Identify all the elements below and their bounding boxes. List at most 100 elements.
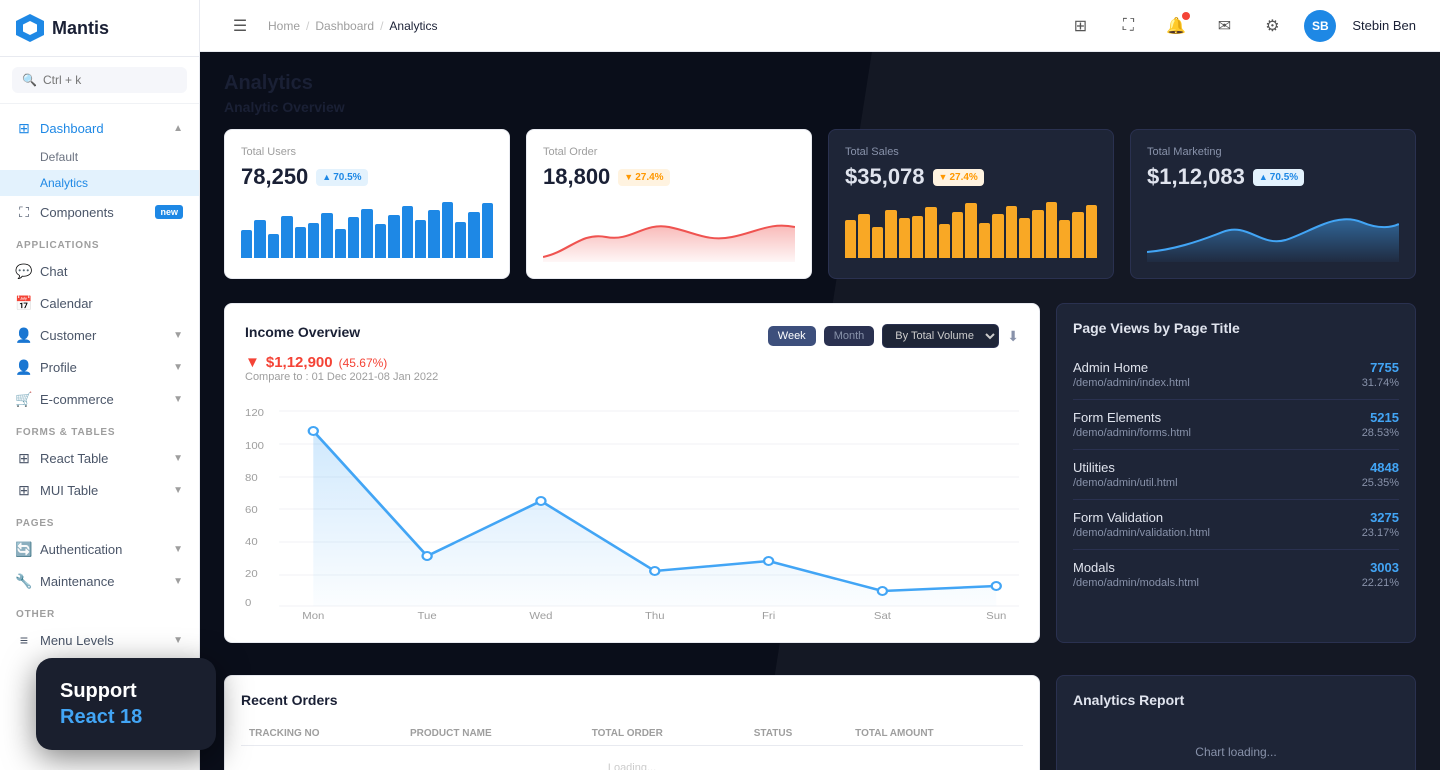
svg-text:Mon: Mon (302, 611, 324, 621)
sidebar-item-components[interactable]: ⛶ Components new (0, 196, 199, 228)
month-button[interactable]: Month (824, 326, 875, 346)
stat-label-marketing: Total Marketing (1147, 146, 1399, 158)
orders-card: Recent Orders Tracking No Product Name T… (224, 675, 1040, 770)
page-pct: 25.35% (1362, 477, 1399, 489)
calendar-icon: 📅 (16, 295, 32, 311)
menu-icon: ≡ (16, 632, 32, 648)
trend-down-icon-2: ▼ (939, 172, 948, 182)
sidebar-item-customer[interactable]: 👤 Customer ▼ (0, 319, 199, 351)
chat-icon: 💬 (16, 263, 32, 279)
sidebar-item-authentication[interactable]: 🔄 Authentication ▼ (0, 533, 199, 565)
page-count: 4848 (1362, 460, 1399, 475)
other-group-label: Other (0, 597, 199, 624)
page-url: /demo/admin/forms.html (1073, 427, 1191, 439)
customer-icon: 👤 (16, 327, 32, 343)
stat-value-marketing: $1,12,083 (1147, 164, 1245, 190)
volume-select[interactable]: By Total Volume (882, 324, 999, 348)
svg-text:Sun: Sun (986, 611, 1006, 621)
sidebar-item-mui-table[interactable]: ⊞ MUI Table ▼ (0, 474, 199, 506)
page-url: /demo/admin/validation.html (1073, 527, 1210, 539)
search-input[interactable] (43, 73, 177, 87)
sidebar-item-maintenance[interactable]: 🔧 Maintenance ▼ (0, 565, 199, 597)
chevron-down-icon-5: ▼ (173, 485, 183, 496)
two-col-layout: Income Overview ▼ $1,12,900 (45.67%) Com… (224, 303, 1416, 643)
settings-button[interactable]: ⚙ (1256, 10, 1288, 42)
orders-table: Tracking No Product Name Total Order Sta… (241, 722, 1023, 770)
stats-row: Total Users 78,250 ▲ 70.5% Total Order 1… (224, 129, 1416, 279)
sidebar-item-profile[interactable]: 👤 Profile ▼ (0, 351, 199, 383)
income-line-chart: 120 100 80 60 40 20 0 (245, 401, 1019, 621)
svg-text:80: 80 (245, 473, 258, 484)
page-pct: 23.17% (1362, 527, 1399, 539)
page-name: Utilities (1073, 460, 1178, 475)
page-name: Form Validation (1073, 510, 1210, 525)
stat-card-orders: Total Order 18,800 ▼ 27.4% (526, 129, 812, 279)
sidebar-item-ecommerce[interactable]: 🛒 E-commerce ▼ (0, 383, 199, 415)
analytics-report-card: Analytics Report Chart loading... (1056, 675, 1416, 770)
notifications-button[interactable]: 🔔 (1160, 10, 1192, 42)
sidebar-item-menu-levels[interactable]: ≡ Menu Levels ▼ (0, 624, 199, 656)
page-url: /demo/admin/index.html (1073, 377, 1190, 389)
stat-badge-users: ▲ 70.5% (316, 169, 367, 186)
page-count: 5215 (1362, 410, 1399, 425)
page-name: Form Elements (1073, 410, 1191, 425)
chevron-down-icon: ▼ (173, 330, 183, 341)
page-title: Analytics (224, 72, 1416, 95)
trend-up-icon: ▲ (322, 172, 331, 182)
mui-table-icon: ⊞ (16, 482, 32, 498)
chevron-down-icon-3: ▼ (173, 394, 183, 405)
svg-text:Fri: Fri (762, 611, 775, 621)
svg-text:100: 100 (245, 441, 264, 452)
pageview-item: Form Elements /demo/admin/forms.html 521… (1073, 400, 1399, 450)
auth-icon: 🔄 (16, 541, 32, 557)
svg-text:120: 120 (245, 408, 264, 419)
stat-card-marketing: Total Marketing $1,12,083 ▲ 70.5% (1130, 129, 1416, 279)
chevron-down-icon-8: ▼ (173, 635, 183, 646)
sidebar-sub-analytics[interactable]: Analytics (0, 170, 199, 196)
search-icon: 🔍 (22, 73, 37, 87)
table-row: Loading... (241, 746, 1023, 770)
orders-title: Recent Orders (241, 692, 1023, 708)
page-url: /demo/admin/util.html (1073, 477, 1178, 489)
svg-text:Wed: Wed (529, 611, 552, 621)
profile-icon: 👤 (16, 359, 32, 375)
sidebar-search: 🔍 (0, 57, 199, 104)
page-pct: 28.53% (1362, 427, 1399, 439)
menu-toggle-button[interactable]: ☰ (224, 10, 256, 42)
pageview-item: Form Validation /demo/admin/validation.h… (1073, 500, 1399, 550)
sidebar-item-react-table[interactable]: ⊞ React Table ▼ (0, 442, 199, 474)
components-icon: ⛶ (16, 204, 32, 220)
sidebar-logo[interactable]: Mantis (0, 0, 199, 57)
col-total-amount: Total Amount (847, 722, 1023, 746)
col-status: Status (746, 722, 847, 746)
analytic-overview-title: Analytic Overview (224, 99, 1416, 115)
support-popup[interactable]: Support React 18 (36, 658, 216, 750)
sidebar-item-dashboard[interactable]: ⊞ Dashboard ▲ (0, 112, 199, 144)
income-value: ▼ $1,12,900 (45.67%) (245, 354, 438, 371)
week-button[interactable]: Week (768, 326, 816, 346)
col-tracking: Tracking No (241, 722, 402, 746)
income-overview-card: Income Overview ▼ $1,12,900 (45.67%) Com… (224, 303, 1040, 643)
apps-button[interactable]: ⊞ (1064, 10, 1096, 42)
sidebar-item-chat[interactable]: 💬 Chat (0, 255, 199, 287)
messages-button[interactable]: ✉ (1208, 10, 1240, 42)
header-left: ☰ Home / Dashboard / Analytics (224, 10, 437, 42)
download-icon[interactable]: ⬇ (1007, 328, 1019, 345)
breadcrumb: Home / Dashboard / Analytics (268, 19, 437, 33)
chevron-down-icon-4: ▼ (173, 453, 183, 464)
pageview-item: Utilities /demo/admin/util.html 4848 25.… (1073, 450, 1399, 500)
pageviews-card: Page Views by Page Title Admin Home /dem… (1056, 303, 1416, 643)
sidebar-item-calendar[interactable]: 📅 Calendar (0, 287, 199, 319)
stat-value-users: 78,250 (241, 164, 308, 190)
fullscreen-button[interactable]: ⛶ (1112, 10, 1144, 42)
sidebar: Mantis 🔍 ⊞ Dashboard ▲ Default Analytics… (0, 0, 200, 770)
svg-text:Tue: Tue (418, 611, 437, 621)
pageview-item: Admin Home /demo/admin/index.html 7755 3… (1073, 350, 1399, 400)
sidebar-sub-default[interactable]: Default (0, 144, 199, 170)
breadcrumb-home[interactable]: Home (268, 19, 300, 33)
breadcrumb-current: Analytics (389, 19, 437, 33)
stat-card-sales: Total Sales $35,078 ▼ 27.4% (828, 129, 1114, 279)
stat-value-sales: $35,078 (845, 164, 925, 190)
breadcrumb-dashboard[interactable]: Dashboard (315, 19, 374, 33)
applications-group-label: Applications (0, 228, 199, 255)
